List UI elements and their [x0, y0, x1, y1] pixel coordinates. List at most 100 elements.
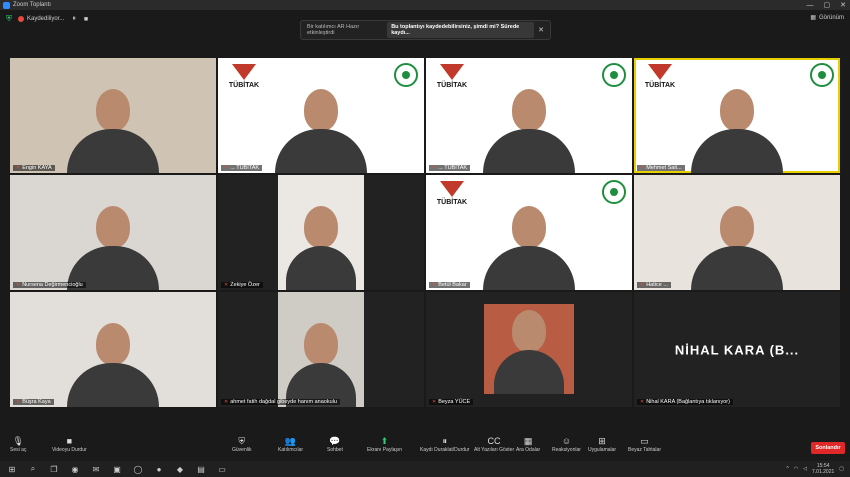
- participant-tile[interactable]: ✕ Zekiye Özer: [218, 175, 424, 290]
- tubitak-logo: TÜBİTAK: [224, 64, 264, 89]
- mail-icon[interactable]: ✉: [90, 465, 102, 474]
- participant-silhouette: [67, 206, 159, 290]
- toolbar-item-label: Ekranı Paylaşın: [367, 447, 403, 453]
- participant-silhouette: [691, 206, 783, 290]
- mic-muted-icon: ✕: [16, 399, 21, 405]
- pause-recording-button[interactable]: ⏸: [72, 15, 76, 23]
- head-shape: [720, 206, 754, 248]
- system-tray: ^ ◠ ◁ 15:54 7.01.2021 ▢: [786, 461, 844, 477]
- participant-tile[interactable]: ✕ Nursena Değirmencioğlu: [10, 175, 216, 290]
- participant-name: Betül Bakar: [438, 282, 467, 288]
- body-shape: [67, 363, 159, 407]
- stop-recording-button[interactable]: ■: [84, 16, 88, 23]
- participant-name: Hatice ...: [646, 282, 668, 288]
- notification-banner: Bir katılımcı AR Hazır etkinleştirdi Bu …: [300, 20, 551, 40]
- minimize-button[interactable]: —: [807, 2, 814, 9]
- participant-name-label: ✕ Nihal KARA (Bağlantıya tıklanıyor): [637, 399, 733, 405]
- app-icon[interactable]: ◆: [174, 465, 186, 474]
- tubitak-logo-text: TÜBİTAK: [436, 199, 468, 206]
- zoom-taskbar-icon[interactable]: ▭: [216, 465, 228, 474]
- maximize-button[interactable]: ▢: [824, 1, 831, 9]
- ara-odalar-button[interactable]: ▦ Ara Odalar: [516, 436, 540, 453]
- clock-date: 7.01.2021: [812, 469, 835, 475]
- volume-icon[interactable]: ◁: [803, 466, 807, 472]
- participant-name: ahmet fatih dağdal gibeyde hanım anaokul…: [230, 399, 337, 405]
- opera-icon[interactable]: ◯: [132, 465, 144, 474]
- notifications-icon[interactable]: ▢: [839, 466, 844, 472]
- tubitak-logo-icon: [648, 64, 672, 80]
- participant-name-label: ✕ Nursena Değirmencioğlu: [13, 282, 86, 288]
- participant-video: [278, 292, 364, 407]
- clock[interactable]: 15:54 7.01.2021: [812, 463, 834, 475]
- whiteboard-icon: ▭: [640, 436, 649, 446]
- start-icon[interactable]: ⊞: [6, 465, 18, 474]
- participant-name-label: ✕ Engin KAYA: [13, 165, 55, 171]
- güvenlik-button[interactable]: ⛨ Güvenlik: [232, 436, 251, 453]
- explorer-icon[interactable]: ▣: [111, 465, 123, 474]
- windows-taskbar: ⊞ ⌕ ❐ ◉ ✉ ▣ ◯ ● ◆ ▤ ▭: [0, 461, 850, 477]
- head-shape: [304, 323, 338, 365]
- videoyu-durdur-button[interactable]: ■ Videoyu Durdur: [52, 436, 87, 453]
- task-view-icon[interactable]: ❐: [48, 465, 60, 474]
- beyaz-tahtalar-button[interactable]: ▭ Beyaz Tahtalar: [628, 436, 661, 453]
- seal-icon: [602, 63, 626, 87]
- participant-tile[interactable]: TÜBİTAK ✕ Betül Bakar: [426, 175, 632, 290]
- close-notice-button[interactable]: ✕: [538, 26, 544, 34]
- toolbar-item-label: Alt Yazıları Göster: [474, 447, 515, 453]
- participant-tile[interactable]: TÜBİTAK ✕... TÜBİTAK: [218, 58, 424, 173]
- share-screen-icon: ⬆: [380, 436, 389, 446]
- record-label: Kaydediliyor...: [27, 16, 65, 22]
- participant-name-label: ✕... TÜBİTAK: [429, 165, 471, 171]
- end-meeting-button[interactable]: Sonlandır: [811, 442, 845, 454]
- mic-muted-icon: ✕: [640, 165, 645, 171]
- participant-tile[interactable]: ✕ Engin KAYA: [10, 58, 216, 173]
- participant-name-label: ✕ Zekiye Özer: [221, 282, 263, 288]
- zoom-logo-icon: [3, 1, 10, 9]
- mic-icon: 🎙: [12, 436, 24, 446]
- tubitak-logo-text: TÜBİTAK: [228, 82, 260, 89]
- katılımcılar-button[interactable]: 👥 Katılımcılar: [278, 436, 303, 453]
- toolbar-item-label: Beyaz Tahtalar: [628, 447, 661, 453]
- participant-tile[interactable]: ✕ ahmet fatih dağdal gibeyde hanım anaoku…: [218, 292, 424, 407]
- sohbet-button[interactable]: 💬 Sohbet: [327, 436, 343, 453]
- participant-tile[interactable]: ✕ Hatice ...: [634, 175, 840, 290]
- browser-icon[interactable]: ◉: [69, 465, 81, 474]
- head-shape: [304, 89, 338, 131]
- participant-tile[interactable]: NİHAL KARA (B... ✕ Nihal KARA (Bağlantıya …: [634, 292, 840, 407]
- alt-yazıları-göster-button[interactable]: CC Alt Yazıları Göster: [474, 436, 514, 453]
- toolbar-item-label: Katılımcılar: [278, 447, 304, 453]
- tubitak-logo-icon: [440, 64, 464, 80]
- seal-icon: [394, 63, 418, 87]
- participant-tile[interactable]: ✕ Büşra Kaya: [10, 292, 216, 407]
- participant-name-label: ✕ Mehmet Sait...: [637, 165, 685, 171]
- kaydı-duraklat-durdur-button[interactable]: ⏸ Kaydı Duraklat/Durdur: [420, 436, 469, 453]
- mic-muted-icon: ✕: [16, 165, 21, 171]
- participant-tile[interactable]: TÜBİTAK ✕... TÜBİTAK: [426, 58, 632, 173]
- wifi-icon[interactable]: ◠: [794, 466, 798, 472]
- uygulamalar-button[interactable]: ⊞ Uygulamalar: [588, 436, 616, 453]
- close-window-button[interactable]: ✕: [840, 1, 846, 9]
- shield-icon[interactable]: ⛨: [6, 14, 12, 24]
- participant-silhouette: [691, 89, 783, 173]
- participant-silhouette: [67, 323, 159, 407]
- toolbar-item-label: Sohbet: [327, 447, 343, 453]
- body-shape: [483, 129, 575, 173]
- sesi-aç-button[interactable]: 🎙 Sesi aç: [10, 436, 26, 453]
- ekranı-paylaşın-button[interactable]: ⬆ Ekranı Paylaşın: [367, 436, 402, 453]
- view-button[interactable]: ▦ Görünüm: [810, 14, 844, 22]
- body-shape: [494, 350, 564, 394]
- notice-chip[interactable]: Bu toplantıyı kaydedebilirsiniz, şimdi m…: [387, 22, 535, 38]
- spotify-icon[interactable]: ●: [153, 465, 165, 474]
- toolbar-item-label: Videoyu Durdur: [52, 447, 87, 453]
- chevron-up-icon[interactable]: ^: [786, 466, 788, 472]
- reaksiyonlar-button[interactable]: ☺ Reaksiyonlar: [552, 436, 581, 453]
- tubitak-logo-icon: [440, 181, 464, 197]
- participant-tile[interactable]: ✕ Beyza YÜCE: [426, 292, 632, 407]
- search-icon[interactable]: ⌕: [27, 464, 39, 474]
- participant-name-label: ✕ Hatice ...: [637, 282, 671, 288]
- participant-tile[interactable]: TÜBİTAK ✕ Mehmet Sait...: [634, 58, 840, 173]
- tubitak-logo: TÜBİTAK: [640, 64, 680, 89]
- video-icon: ■: [66, 436, 73, 446]
- participant-silhouette: [286, 206, 356, 290]
- photos-icon[interactable]: ▤: [195, 465, 207, 474]
